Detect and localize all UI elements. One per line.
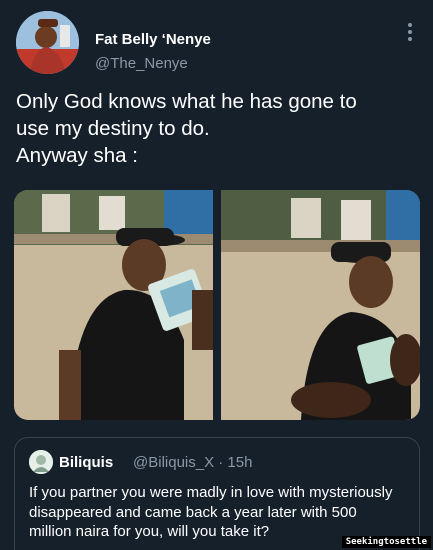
author-handle[interactable]: @The_Nenye [95,55,188,72]
quoted-author-name[interactable]: Biliquis [59,454,113,471]
tweet-media [14,190,420,420]
quoted-author-handle-time[interactable]: @Biliquis_X · 15h [133,454,252,471]
watermark: Seekingtosettle [341,536,431,548]
photo-image [221,190,420,420]
quoted-text-line: disappeared and came back a year later w… [29,503,357,521]
more-options-icon[interactable] [407,23,413,45]
tweet-text-line: Only God knows what he has gone to [16,90,357,113]
tweet-header: Fat Belly ‘Nenye @The_Nenye [16,11,421,75]
avatar-image [16,11,79,74]
quoted-tweet[interactable]: Biliquis @Biliquis_X · 15h If you partne… [14,437,420,550]
photo-image [14,190,213,420]
tweet-text: Only God knows what he has gone to use m… [16,88,416,169]
author-name[interactable]: Fat Belly ‘Nenye [95,31,211,48]
media-photo-1[interactable] [14,190,213,420]
tweet-text-line: Anyway sha : [16,144,138,167]
author-avatar[interactable] [16,11,79,74]
media-photo-2[interactable] [221,190,420,420]
avatar-image [29,450,53,474]
quoted-author-avatar[interactable] [29,450,53,474]
quoted-tweet-text: If you partner you were madly in love wi… [29,483,414,542]
quoted-text-line: If you partner you were madly in love wi… [29,484,393,501]
tweet-text-line: use my destiny to do. [16,117,210,140]
